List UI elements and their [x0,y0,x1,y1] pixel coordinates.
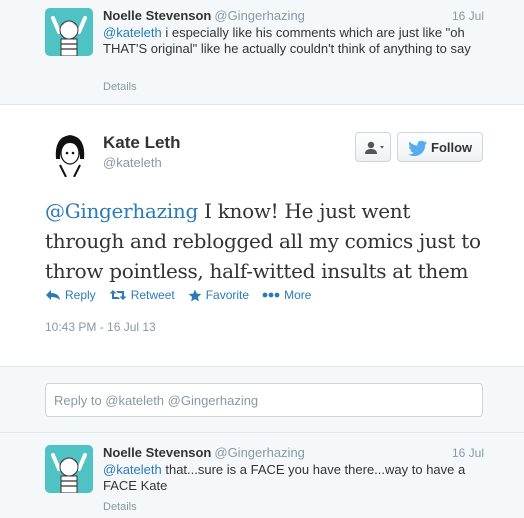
tweet-actions: Reply Retweet Favorite More [45,288,324,302]
author-handle: @Gingerhazing [214,8,305,23]
twitter-bird-icon [408,140,428,156]
author-handle: @Gingerhazing [214,445,305,460]
more-label: More [284,288,312,302]
tweet-author-name[interactable]: Noelle Stevenson @Gingerhazing [103,445,305,460]
more-action[interactable]: More [262,288,311,302]
retweet-icon [109,290,127,300]
tweet-text: @kateleth i especially like his comments… [103,25,493,57]
reply-action[interactable]: Reply [45,288,96,302]
reply-icon [46,290,60,300]
noelle-avatar-illustration [45,8,93,56]
noelle-avatar[interactable] [45,8,93,56]
kate-avatar-illustration [46,129,94,178]
user-actions-button[interactable] [355,132,391,162]
tweet-author-name[interactable]: Noelle Stevenson @Gingerhazing [103,8,305,23]
details-link[interactable]: Details [103,81,137,93]
kate-avatar[interactable] [46,129,94,178]
tweet-timestamp[interactable]: 10:43 PM - 16 Jul 13 [45,320,156,334]
retweet-label: Retweet [130,288,175,302]
reply-input[interactable]: Reply to @kateleth @Gingerhazing [45,383,483,417]
tweet-time[interactable]: 16 Jul [452,9,484,23]
tweet-above[interactable]: Noelle Stevenson @Gingerhazing 16 Jul @ka… [0,0,524,105]
mention-link[interactable]: @kateleth [103,25,162,40]
tweet-below[interactable]: Noelle Stevenson @Gingerhazing 16 Jul @ka… [0,433,524,518]
favorite-label: Favorite [205,288,250,302]
favorite-action[interactable]: Favorite [188,288,249,302]
more-dots-icon [262,292,280,298]
mention-link[interactable]: @Gingerhazing [45,199,198,223]
follow-label: Follow [431,140,473,155]
reply-label: Reply [65,288,96,302]
follow-button[interactable]: Follow [397,132,483,162]
author-name-text: Noelle Stevenson [103,8,212,23]
noelle-avatar-illustration [45,445,93,493]
details-link[interactable]: Details [103,501,137,513]
author-handle[interactable]: @kateleth [103,155,162,170]
main-tweet: Kate Leth @kateleth Follow @Gingerhazing… [0,105,524,367]
tweet-time[interactable]: 16 Jul [452,446,484,460]
reply-area: Reply to @kateleth @Gingerhazing [0,367,524,433]
mention-link[interactable]: @kateleth [103,462,162,477]
star-icon [188,289,202,301]
tweet-text: @Gingerhazing I know! He just went throu… [45,196,495,286]
tweet-author-name[interactable]: Kate Leth [103,133,180,153]
retweet-action[interactable]: Retweet [109,288,175,302]
tweet-text: @kateleth that...sure is a FACE you have… [103,462,493,494]
noelle-avatar[interactable] [45,445,93,493]
author-name-text: Noelle Stevenson [103,445,212,460]
user-dropdown-icon [365,141,384,154]
